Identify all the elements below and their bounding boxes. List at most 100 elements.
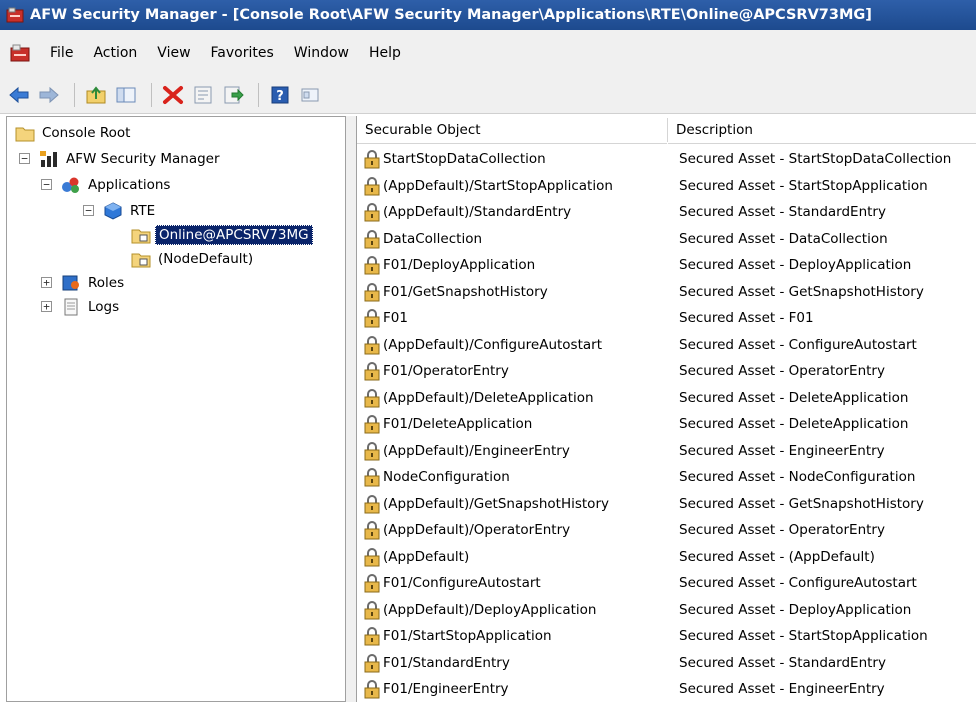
securable-object-name: F01/DeployApplication	[383, 257, 536, 274]
table-row[interactable]: DataCollection Secured Asset - DataCollec…	[357, 226, 976, 253]
expand-toggle[interactable]: +	[41, 301, 52, 312]
menu-favorites[interactable]: Favorites	[201, 45, 284, 61]
tree-item-afw-security-manager[interactable]: AFW Security Manager	[39, 147, 223, 171]
securable-object-cell: NodeConfiguration	[363, 467, 510, 487]
lock-icon	[364, 282, 380, 302]
description-cell: Secured Asset - StandardEntry	[679, 204, 886, 221]
description-cell: Secured Asset - EngineerEntry	[679, 442, 885, 459]
app-icon	[6, 7, 24, 23]
description-cell: Secured Asset - OperatorEntry	[679, 522, 885, 539]
column-header-label: Description	[676, 121, 753, 138]
properties-button[interactable]	[190, 82, 216, 108]
log-icon	[64, 298, 78, 316]
tree-item-node-default[interactable]: (NodeDefault)	[131, 247, 256, 271]
table-row[interactable]: F01/DeployApplication Secured Asset - Dep…	[357, 252, 976, 279]
securable-object-cell: (AppDefault)/StartStopApplication	[363, 176, 613, 196]
securable-object-cell: F01/ConfigureAutostart	[363, 573, 541, 593]
view-button[interactable]	[297, 82, 323, 108]
system-menu-icon[interactable]	[10, 44, 30, 62]
menu-file[interactable]: File	[40, 45, 83, 61]
export-list-button[interactable]	[220, 82, 246, 108]
collapse-toggle[interactable]: −	[19, 153, 30, 164]
securable-object-cell: F01/OperatorEntry	[363, 361, 509, 381]
securable-object-name: (AppDefault)/GetSnapshotHistory	[383, 495, 609, 512]
securable-object-name: (AppDefault)/DeployApplication	[383, 601, 597, 618]
table-row[interactable]: StartStopDataCollection Secured Asset - S…	[357, 146, 976, 173]
menu-help[interactable]: Help	[359, 45, 411, 61]
table-row[interactable]: F01 Secured Asset - F01	[357, 305, 976, 332]
securable-object-name: F01/EngineerEntry	[383, 681, 509, 698]
delete-button[interactable]	[160, 82, 186, 108]
table-row[interactable]: F01/GetSnapshotHistory Secured Asset - Ge…	[357, 279, 976, 306]
securable-object-name: F01	[383, 310, 408, 327]
table-row[interactable]: NodeConfiguration Secured Asset - NodeCon…	[357, 464, 976, 491]
description-cell: Secured Asset - GetSnapshotHistory	[679, 283, 924, 300]
tree-item-applications[interactable]: Applications	[61, 173, 173, 197]
collapse-toggle[interactable]: −	[83, 205, 94, 216]
forward-button[interactable]	[36, 82, 62, 108]
tree-item-console-root[interactable]: Console Root	[15, 121, 133, 145]
lock-icon	[364, 441, 380, 461]
tree-label: Roles	[88, 275, 125, 291]
help-button[interactable]: ?	[267, 82, 293, 108]
up-one-level-button[interactable]	[83, 82, 109, 108]
description-cell: Secured Asset - DeleteApplication	[679, 389, 909, 406]
lock-icon	[364, 600, 380, 620]
table-row[interactable]: (AppDefault)/ConfigureAutostart Secured A…	[357, 332, 976, 359]
table-row[interactable]: (AppDefault)/StandardEntry Secured Asset …	[357, 199, 976, 226]
tree-label: Logs	[88, 299, 120, 315]
securable-object-name: (AppDefault)/StartStopApplication	[383, 177, 613, 194]
tree-item-rte[interactable]: RTE	[103, 199, 158, 223]
table-row[interactable]: F01/EngineerEntry Secured Asset - Enginee…	[357, 676, 976, 702]
securable-object-name: StartStopDataCollection	[383, 151, 546, 168]
column-header-securable-object[interactable]: Securable Object	[357, 116, 667, 144]
table-row[interactable]: (AppDefault)/EngineerEntry Secured Asset …	[357, 438, 976, 465]
lock-icon	[364, 521, 380, 540]
window-title-bar[interactable]: AFW Security Manager - [Console Root\AFW…	[0, 0, 976, 30]
tree-item-online[interactable]: Online@APCSRV73MG	[131, 223, 313, 247]
table-row[interactable]: (AppDefault)/StartStopApplication Secured…	[357, 173, 976, 200]
lock-icon	[364, 388, 380, 408]
menu-window[interactable]: Window	[284, 45, 359, 61]
description-cell: Secured Asset - OperatorEntry	[679, 363, 885, 380]
table-row[interactable]: F01/DeleteApplication Secured Asset - Del…	[357, 411, 976, 438]
table-row[interactable]: F01/StartStopApplication Secured Asset - …	[357, 623, 976, 650]
details-list[interactable]: Securable Object Description StartStopDa…	[356, 116, 976, 702]
table-row[interactable]: (AppDefault)/GetSnapshotHistory Secured A…	[357, 491, 976, 518]
collapse-toggle[interactable]: −	[41, 179, 52, 190]
tree-item-logs[interactable]: Logs	[61, 295, 122, 319]
help-icon: ?	[271, 86, 289, 104]
table-row[interactable]: (AppDefault)/DeployApplication Secured As…	[357, 597, 976, 624]
menu-action[interactable]: Action	[83, 45, 147, 61]
securable-object-name: (AppDefault)/ConfigureAutostart	[383, 336, 602, 353]
delete-icon	[163, 85, 183, 104]
expand-toggle[interactable]: +	[41, 277, 52, 288]
toolbar: ?	[0, 76, 976, 114]
description-cell: Secured Asset - GetSnapshotHistory	[679, 495, 924, 512]
table-row[interactable]: F01/StandardEntry Secured Asset - Standar…	[357, 650, 976, 677]
table-row[interactable]: (AppDefault) Secured Asset - (AppDefault)	[357, 544, 976, 571]
table-row[interactable]: (AppDefault)/OperatorEntry Secured Asset …	[357, 517, 976, 544]
back-button[interactable]	[6, 82, 32, 108]
securable-object-cell: DataCollection	[363, 229, 482, 249]
table-row[interactable]: F01/ConfigureAutostart Secured Asset - Co…	[357, 570, 976, 597]
table-row[interactable]: (AppDefault)/DeleteApplication Secured As…	[357, 385, 976, 412]
tree-label: AFW Security Manager	[66, 151, 220, 167]
column-header-description[interactable]: Description	[668, 116, 976, 144]
lock-icon	[364, 574, 380, 593]
menu-view[interactable]: View	[147, 45, 200, 61]
toolbar-separator	[74, 82, 75, 107]
properties-icon	[194, 86, 212, 103]
securable-object-name: F01/DeleteApplication	[383, 416, 533, 433]
show-hide-tree-icon	[116, 87, 136, 102]
pane-splitter[interactable]	[346, 116, 356, 702]
lock-icon	[364, 547, 380, 567]
table-row[interactable]: F01/OperatorEntry Secured Asset - Operato…	[357, 358, 976, 385]
tree-label: Console Root	[42, 125, 131, 141]
lock-icon	[364, 415, 380, 434]
console-tree[interactable]: Console Root − AFW Security Manager − Ap…	[6, 116, 346, 702]
show-hide-tree-button[interactable]	[113, 82, 139, 108]
tree-item-roles[interactable]: Roles	[61, 271, 127, 295]
securable-object-name: (AppDefault)/OperatorEntry	[383, 522, 571, 539]
securable-object-name: NodeConfiguration	[383, 469, 510, 486]
